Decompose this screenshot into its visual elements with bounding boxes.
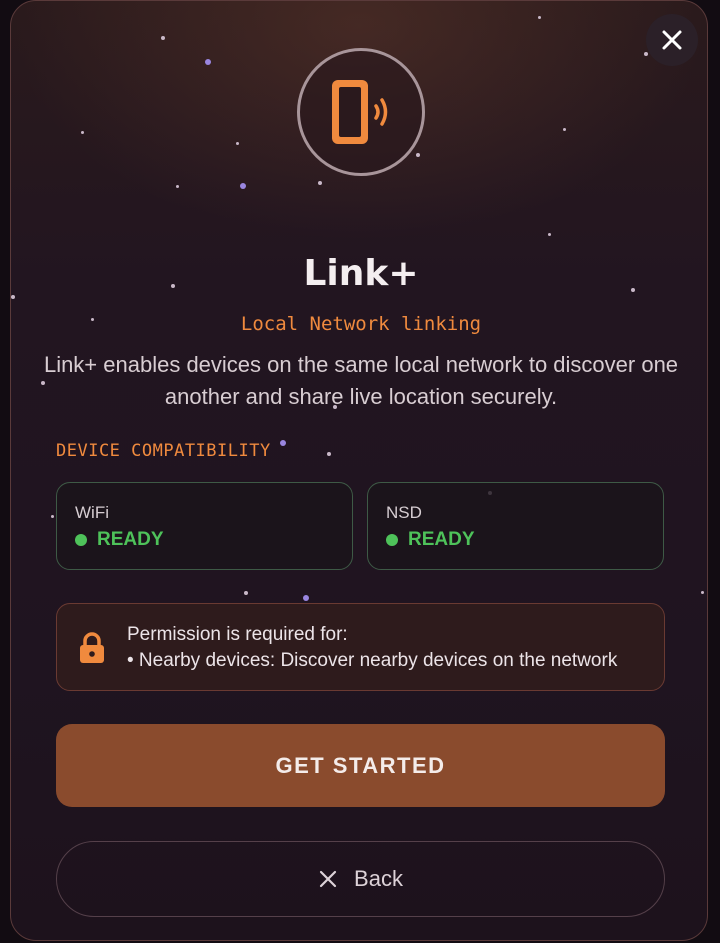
status-dot-icon <box>386 534 398 546</box>
back-button-label: Back <box>354 866 403 891</box>
status-dot-icon <box>75 534 87 546</box>
dialog-description: Link+ enables devices on the same local … <box>43 352 679 409</box>
link-plus-dialog: Link+ Local Network linking Link+ enable… <box>10 0 708 941</box>
permission-notice: Permission is required for: • Nearby dev… <box>56 603 665 691</box>
compatibility-label: DEVICE COMPATIBILITY <box>56 441 271 461</box>
compat-name: NSD <box>386 503 422 522</box>
lock-icon <box>80 632 104 663</box>
status-badge: READY <box>75 529 164 551</box>
dialog-title: Link+ <box>303 253 419 294</box>
dialog-subtitle: Local Network linking <box>240 313 482 335</box>
permission-heading: Permission is required for: <box>127 624 348 645</box>
compat-card-wifi: WiFi READY <box>56 482 353 570</box>
close-icon <box>319 870 337 888</box>
status-badge: READY <box>386 529 475 551</box>
back-button[interactable]: Back <box>56 841 665 917</box>
get-started-button[interactable]: GET STARTED <box>56 724 665 807</box>
phone-signal-icon <box>332 80 388 144</box>
close-button[interactable] <box>646 14 698 66</box>
hero-badge <box>297 48 425 176</box>
close-icon <box>662 30 682 50</box>
compat-name: WiFi <box>75 503 109 522</box>
permission-item: • Nearby devices: Discover nearby device… <box>127 650 618 671</box>
status-text: READY <box>408 529 475 550</box>
status-text: READY <box>97 529 164 550</box>
compat-card-nsd: NSD READY <box>367 482 664 570</box>
